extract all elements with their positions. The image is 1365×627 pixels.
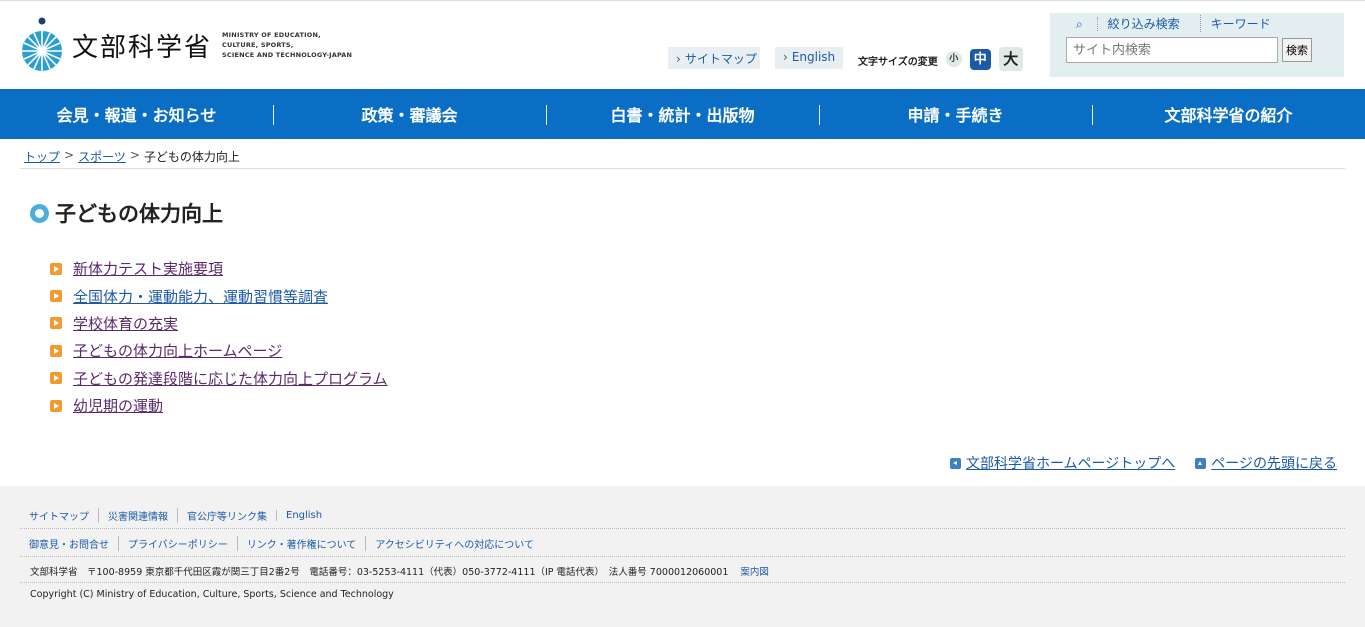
arrow-up-icon (1195, 457, 1207, 469)
breadcrumb-sports-link[interactable]: スポーツ (78, 148, 126, 165)
logo-subtitle: MINISTRY OF EDUCATION, CULTURE, SPORTS, … (222, 31, 353, 59)
footer-copyright: Copyright (C) Ministry of Education, Cul… (30, 589, 394, 600)
nav-item-press[interactable]: 会見・報道・お知らせ (0, 89, 273, 139)
link-fitness-test[interactable]: 新体力テスト実施要項 (73, 258, 223, 279)
arrow-bullet-icon (50, 317, 62, 330)
tab-keyword[interactable]: キーワード (1199, 15, 1281, 32)
nav-item-applications[interactable]: 申請・手続き (819, 89, 1092, 139)
footer-links-row-2: 御意見・お問合せ プライバシーポリシー リンク・著作権について アクセシビリティ… (20, 536, 1345, 551)
footer-copyright-link[interactable]: リンク・著作権について (236, 536, 366, 551)
divider (20, 168, 1345, 169)
breadcrumb: トップ > スポーツ > 子どもの体力向上 (24, 148, 240, 165)
link-early-childhood[interactable]: 幼児期の運動 (73, 395, 163, 416)
breadcrumb-separator: > (129, 148, 140, 162)
search-button[interactable]: 検索 (1282, 38, 1312, 62)
font-size-large-button[interactable]: 大 (998, 47, 1023, 71)
page-navigation-links: 文部科学省ホームページトップへ ページの先頭に戻る (930, 453, 1337, 473)
footer-sitemap-link[interactable]: サイトマップ (20, 508, 98, 523)
link-development-program[interactable]: 子どもの発達段階に応じた体力向上プログラム (73, 368, 388, 389)
footer-divider (20, 556, 1345, 557)
footer-map-link[interactable]: 案内図 (740, 564, 769, 578)
tab-filter-search[interactable]: ⌕ 絞り込み検索 (1060, 15, 1200, 32)
footer-contact-link[interactable]: 御意見・お問合せ (20, 536, 118, 551)
page: 文部科学省 MINISTRY OF EDUCATION, CULTURE, SP… (0, 0, 1365, 627)
sitemap-link[interactable]: › サイトマップ (668, 47, 760, 69)
nav-item-policy[interactable]: 政策・審議会 (273, 89, 546, 139)
list-item: 幼児期の運動 (50, 392, 388, 419)
search-input[interactable] (1066, 37, 1278, 63)
search-tabs: ⌕ 絞り込み検索 キーワード (1060, 15, 1281, 32)
site-logo[interactable]: 文部科学省 MINISTRY OF EDUCATION, CULTURE, SP… (20, 17, 352, 73)
link-school-pe[interactable]: 学校体育の充実 (73, 313, 178, 334)
arrow-bullet-icon (50, 262, 62, 275)
breadcrumb-current: 子どもの体力向上 (143, 150, 240, 164)
font-size-medium-button[interactable]: 中 (969, 48, 991, 70)
footer-privacy-link[interactable]: プライバシーポリシー (118, 536, 237, 551)
arrow-bullet-icon (50, 344, 62, 357)
mext-emblem-icon (22, 17, 62, 71)
footer-agency-links-link[interactable]: 官公庁等リンク集 (177, 508, 276, 523)
footer-accessibility-link[interactable]: アクセシビリティへの対応について (365, 536, 543, 551)
chevron-right-icon: › (676, 52, 681, 66)
footer: サイトマップ 災害関連情報 官公庁等リンク集 English 御意見・お問合せ … (0, 486, 1365, 627)
list-item: 全国体力・運動能力、運動習慣等調査 (50, 282, 388, 309)
font-size-small-button[interactable]: 小 (945, 51, 962, 67)
footer-divider (20, 582, 1345, 583)
list-item: 子どもの発達段階に応じた体力向上プログラム (50, 365, 388, 392)
nav-item-about[interactable]: 文部科学省の紹介 (1092, 89, 1365, 139)
page-title: 子どもの体力向上 (55, 202, 223, 226)
link-fitness-homepage[interactable]: 子どもの体力向上ホームページ (73, 340, 282, 361)
footer-english-link[interactable]: English (276, 510, 331, 521)
back-to-top-link[interactable]: ページの先頭に戻る (1195, 453, 1337, 473)
footer-address: 文部科学省 〒100-8959 東京都千代田区霞が関三丁目2番2号 電話番号：0… (30, 564, 1355, 578)
chevron-right-icon: › (783, 50, 788, 64)
link-national-survey[interactable]: 全国体力・運動能力、運動習慣等調査 (73, 286, 328, 307)
home-top-link[interactable]: 文部科学省ホームページトップへ (949, 453, 1175, 473)
content-link-list: 新体力テスト実施要項 全国体力・運動能力、運動習慣等調査 学校体育の充実 子ども… (50, 255, 388, 419)
search-box: ⌕ 絞り込み検索 キーワード 検索 (1050, 13, 1344, 77)
nav-item-publications[interactable]: 白書・統計・出版物 (546, 89, 819, 139)
breadcrumb-top-link[interactable]: トップ (24, 148, 60, 165)
font-size-label: 文字サイズの変更 (858, 57, 938, 68)
footer-links-row-1: サイトマップ 災害関連情報 官公庁等リンク集 English (20, 508, 1345, 523)
page-title-block: 子どもの体力向上 (30, 198, 223, 228)
list-item: 子どもの体力向上ホームページ (50, 337, 388, 364)
footer-divider (20, 528, 1345, 529)
english-link[interactable]: › English (775, 47, 843, 69)
logo-title: 文部科学省 (72, 32, 213, 63)
breadcrumb-separator: > (64, 148, 75, 162)
font-size-switcher: 文字サイズの変更 小 中 大 (858, 47, 1031, 71)
arrow-left-icon (949, 457, 961, 469)
arrow-bullet-icon (50, 399, 62, 412)
search-filter-icon: ⌕ (1076, 17, 1083, 31)
global-nav: 会見・報道・お知らせ 政策・審議会 白書・統計・出版物 申請・手続き 文部科学省… (0, 89, 1365, 139)
list-item: 学校体育の充実 (50, 310, 388, 337)
arrow-bullet-icon (50, 372, 62, 385)
list-item: 新体力テスト実施要項 (50, 255, 388, 282)
footer-disaster-info-link[interactable]: 災害関連情報 (98, 508, 177, 523)
title-bullet-icon (30, 203, 49, 223)
arrow-bullet-icon (50, 290, 62, 303)
